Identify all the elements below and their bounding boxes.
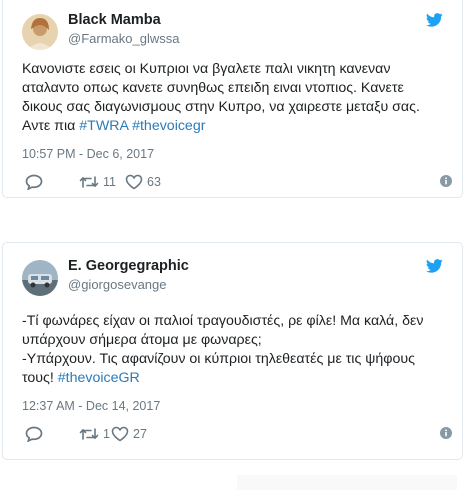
retweet-count: 11 [103,175,116,189]
retweet-button[interactable]: 11 [79,173,116,191]
user-handle[interactable]: @Farmako_glwssa [68,31,179,46]
tweet-text-line: -Τί φωνάρες είχαν οι παλιοί τραγουδιστές… [22,313,424,329]
like-count: 63 [147,175,161,189]
hashtag-link[interactable]: #TWRA [79,118,128,134]
hashtag-link[interactable]: #thevoicegr [132,118,205,134]
like-button[interactable]: 27 [111,425,147,443]
avatar[interactable] [22,14,58,50]
tweet-text-line: Κανονιστε εσεις οι Κυπριοι να βγαλετε πα… [22,61,391,77]
tweet-text: Κανονιστε εσεις οι Κυπριοι να βγαλετε πα… [22,60,452,136]
tweet-text: -Τί φωνάρες είχαν οι παλιοί τραγουδιστές… [22,312,452,388]
user-handle[interactable]: @giorgosevange [68,277,166,292]
like-count: 27 [133,427,147,441]
tweet-text-line: -Υπάρχουν. Τις αφανίζουν οι κύπριοι τηλε… [22,351,415,367]
heart-icon [125,174,143,190]
tweet-card[interactable]: Black Mamba @Farmako_glwssa Κανονιστε εσ… [2,0,463,198]
display-name[interactable]: E. Georgegraphic [68,258,189,274]
info-icon[interactable] [440,175,452,187]
tweet-text-line: Αντε πια [22,118,80,134]
retweet-count: 1 [103,427,110,441]
avatar[interactable] [22,260,58,296]
reply-button[interactable] [25,425,43,443]
tweet-timestamp[interactable]: 10:57 PM - Dec 6, 2017 [22,147,154,161]
retweet-button[interactable]: 1 [79,425,110,443]
heart-icon [111,426,129,442]
retweet-icon [79,176,99,188]
tweet-text-line: τους! [22,370,58,386]
twitter-bird-icon[interactable] [426,259,443,273]
tweet-actions: 11 63 [22,173,452,191]
display-name[interactable]: Black Mamba [68,12,161,28]
page-background-strip [237,475,457,490]
reply-icon [25,174,43,190]
tweet-text-line: υπάρχουν σήμερα άτομα με φωναρες; [22,332,262,348]
tweet-text-line: αταλαντο οπως κανετε συνηθως επειδη εινα… [22,80,404,96]
tweet-actions: 1 27 [22,425,452,443]
reply-icon [25,426,43,442]
retweet-icon [79,428,99,440]
twitter-bird-icon[interactable] [426,13,443,27]
tweet-card[interactable]: E. Georgegraphic @giorgosevange -Τί φωνά… [2,242,463,460]
tweet-timestamp[interactable]: 12:37 AM - Dec 14, 2017 [22,399,160,413]
like-button[interactable]: 63 [125,173,161,191]
info-icon[interactable] [440,427,452,439]
reply-button[interactable] [25,173,43,191]
tweet-text-line: δικους σας διαγωνισμους στην Κυπρο, να χ… [22,99,420,115]
hashtag-link[interactable]: #thevoiceGR [58,370,140,386]
